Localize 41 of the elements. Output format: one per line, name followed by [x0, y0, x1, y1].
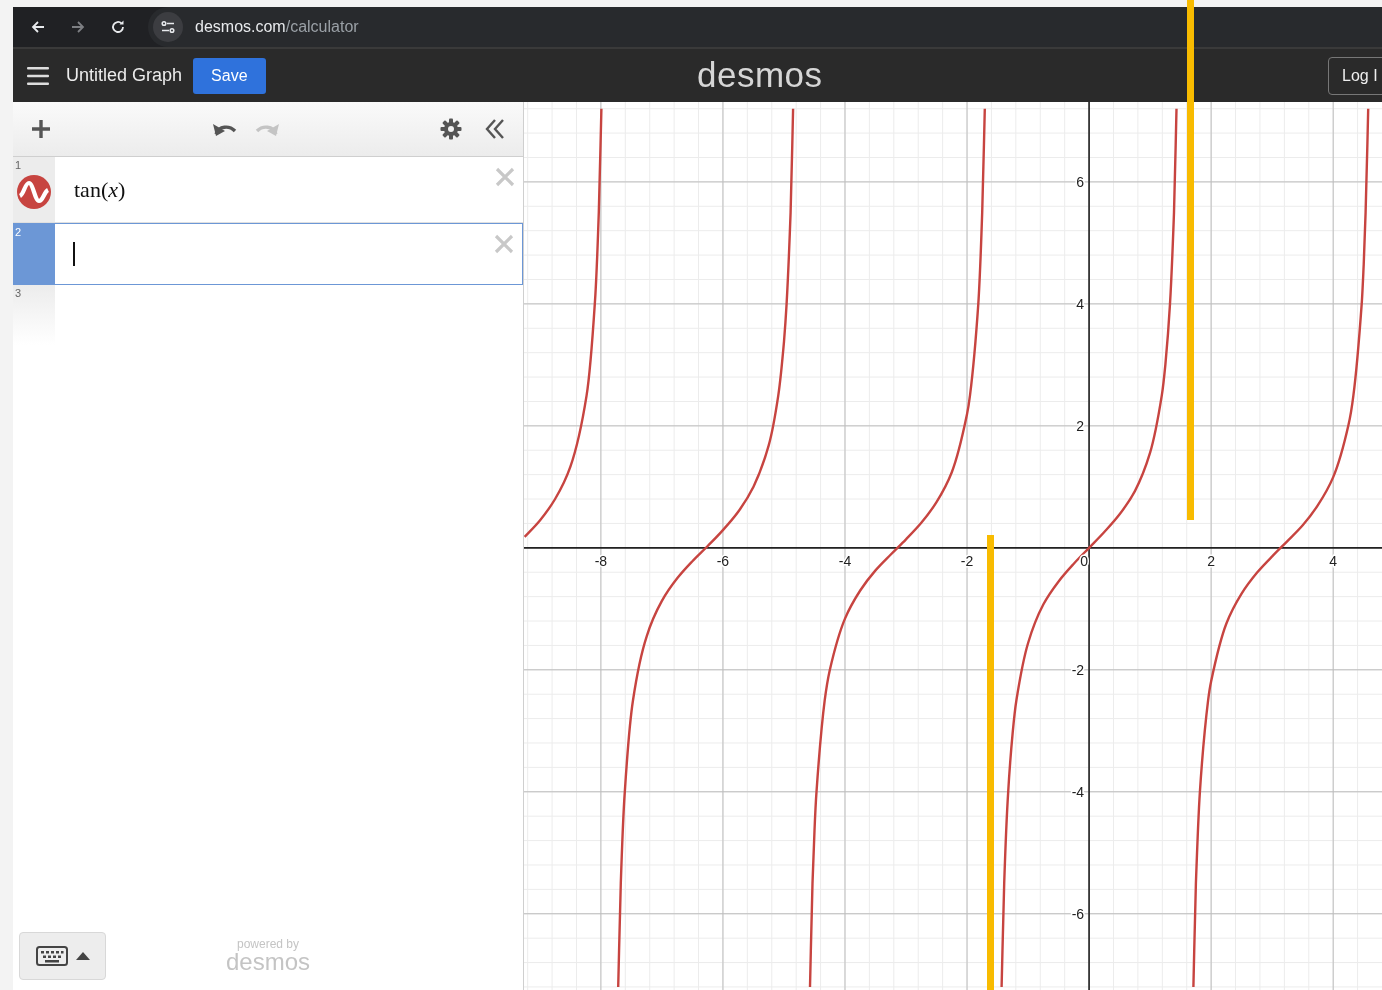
settings-icon[interactable] [440, 118, 462, 140]
tick-label: 4 [1076, 295, 1085, 312]
graph-title[interactable]: Untitled Graph [66, 65, 183, 86]
math-expression[interactable]: tan(x) [74, 176, 126, 203]
desmos-logo: desmos [697, 55, 823, 95]
tick-label: 2 [1076, 417, 1085, 434]
tick-label: -2 [1071, 661, 1085, 678]
text-cursor [73, 242, 75, 266]
row-number: 3 [15, 287, 22, 299]
powered-by-text: powered by [236, 938, 299, 950]
caret-up-icon [75, 952, 90, 960]
address-bar[interactable]: desmos.com/calculator [148, 7, 1382, 47]
tick-label: -4 [1071, 783, 1085, 800]
collapse-panel-icon[interactable] [484, 118, 506, 140]
site-settings-icon[interactable] [153, 12, 183, 42]
tick-label: 0 [1080, 552, 1088, 569]
url-path: /calculator [285, 18, 359, 36]
back-arrow-icon[interactable] [30, 19, 46, 35]
row-number: 1 [15, 159, 22, 171]
tick-label: -6 [716, 552, 730, 569]
add-icon[interactable] [30, 118, 52, 140]
expression-row[interactable]: 1 tan(x) [13, 157, 523, 223]
tick-label: -6 [1071, 905, 1085, 922]
graph-style-icon[interactable] [17, 174, 51, 209]
menu-icon[interactable] [27, 66, 49, 85]
graph-canvas[interactable]: -8 -6 -4 -2 0 2 4 -6 -4 -2 2 4 6 [524, 102, 1382, 990]
keyboard-icon [35, 946, 68, 966]
login-button[interactable]: Log I [1328, 56, 1382, 95]
desmos-wordmark: desmos [225, 950, 310, 974]
url-host: desmos.com [195, 18, 286, 36]
keyboard-button[interactable] [19, 932, 106, 980]
row-number: 2 [15, 226, 22, 238]
tick-label: -4 [838, 552, 852, 569]
tick-label: -8 [594, 552, 608, 569]
tick-label: 6 [1076, 173, 1085, 190]
tick-label: -2 [960, 552, 974, 569]
reload-icon[interactable] [110, 19, 126, 35]
save-button[interactable]: Save [193, 57, 266, 94]
tick-label: 2 [1207, 552, 1216, 569]
expression-row[interactable]: 3 [13, 285, 523, 345]
tick-label: 4 [1329, 552, 1338, 569]
